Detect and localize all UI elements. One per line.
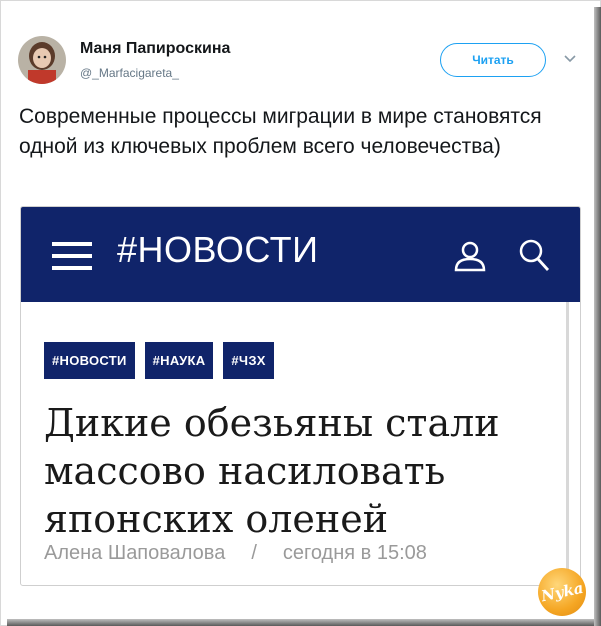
meta-separator: / <box>251 542 257 564</box>
news-author: Алена Шаповалова <box>44 542 226 564</box>
news-content: #НОВОСТИ #НАУКА #ЧЗХ Дикие обезьяны стал… <box>21 302 569 585</box>
tag-list: #НОВОСТИ #НАУКА #ЧЗХ <box>44 342 274 379</box>
nav-title: #НОВОСТИ <box>117 229 319 270</box>
author-handle[interactable]: @_Marfacigareta_ <box>80 66 179 80</box>
news-navbar: #НОВОСТИ <box>21 207 580 302</box>
watermark-text: Nyka <box>539 578 585 606</box>
tag-news: #НОВОСТИ <box>44 342 135 379</box>
news-date: сегодня в 15:08 <box>282 542 427 564</box>
follow-button[interactable]: Читать <box>440 43 546 77</box>
news-headline: Дикие обезьяны стали массово насиловать … <box>44 401 500 541</box>
author-name[interactable]: Маня Папироскина <box>80 40 230 58</box>
news-card-image: #НОВОСТИ #НОВОСТИ #НАУКА #ЧЗХ Дикие обез… <box>20 206 581 586</box>
user-icon <box>453 239 487 273</box>
avatar[interactable] <box>18 36 66 84</box>
news-meta: Алена Шаповалова / сегодня в 15:08 <box>44 542 427 565</box>
follow-button-label: Читать <box>472 53 514 67</box>
watermark-logo: Nyka <box>538 568 586 616</box>
tag-science: #НАУКА <box>144 342 214 379</box>
search-icon <box>517 237 551 273</box>
chevron-down-icon[interactable] <box>562 50 578 66</box>
tag-wtf: #ЧЗХ <box>223 342 274 379</box>
tweet-text: Современные процессы миграции в мире ста… <box>19 105 542 158</box>
hamburger-icon <box>52 242 92 270</box>
